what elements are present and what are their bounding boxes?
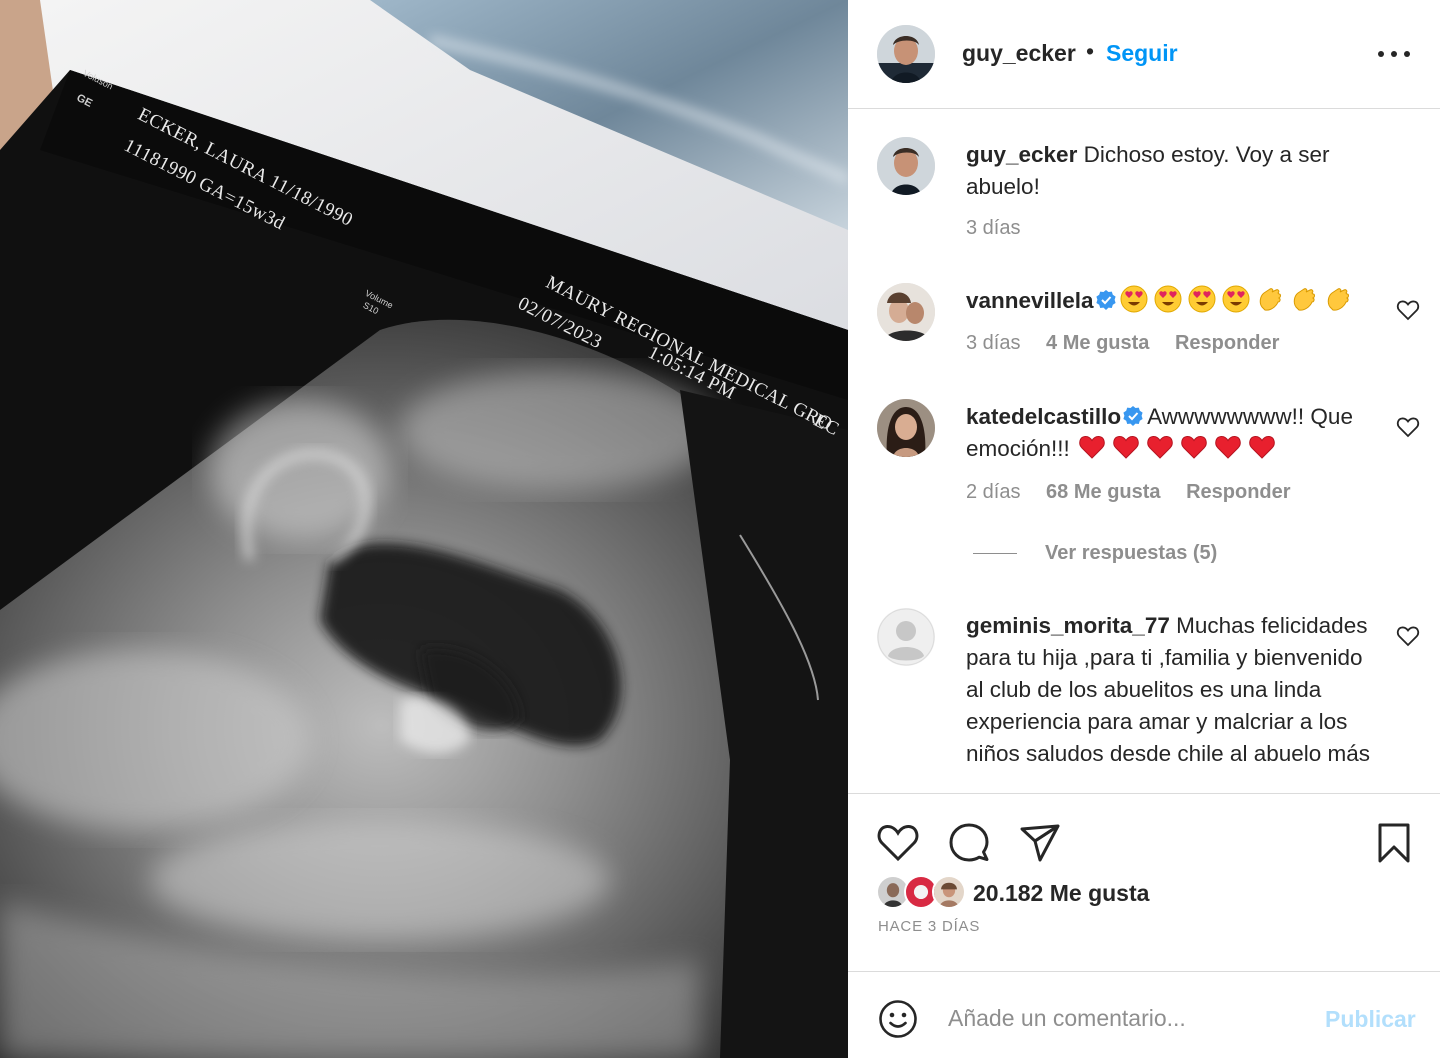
heart-eyes-emoji: [1120, 285, 1148, 313]
view-replies-button[interactable]: Ver respuestas (5): [973, 542, 1217, 565]
comment-meta: 3 días 4 Me gusta Responder: [966, 332, 1299, 355]
comment-meta: 2 días 68 Me gusta Responder: [966, 481, 1311, 504]
comment-emojis: [1078, 435, 1282, 461]
heart-eyes-emoji: [1154, 285, 1182, 313]
red-heart-emoji: [1113, 435, 1139, 459]
comment-input[interactable]: [948, 1000, 1308, 1036]
comment-icon[interactable]: [947, 821, 991, 865]
commenter-avatar[interactable]: [877, 283, 935, 341]
comment-text: vannevillela: [966, 285, 1396, 317]
verified-badge-icon: [1123, 406, 1143, 426]
verified-badge-icon: [1095, 290, 1116, 310]
post-header: guy_ecker • Seguir: [848, 0, 1440, 109]
heart-icon[interactable]: [876, 821, 920, 865]
clap-emoji: [1259, 288, 1281, 311]
clap-emoji: [1327, 288, 1349, 311]
caption-text: guy_ecker Dichoso estoy. Voy a ser abuel…: [966, 139, 1366, 203]
follow-button[interactable]: Seguir: [1106, 40, 1178, 67]
commenter-username[interactable]: geminis_morita_77: [966, 613, 1170, 638]
author-username[interactable]: guy_ecker: [962, 40, 1076, 67]
more-options-icon[interactable]: [1378, 44, 1410, 64]
header-separator: •: [1086, 38, 1095, 64]
comment-text: katedelcastillo Awwwwwwww!! Que emoción!!…: [966, 401, 1386, 465]
red-heart-emoji: [1249, 435, 1275, 459]
comments-list[interactable]: guy_ecker Dichoso estoy. Voy a ser abuel…: [848, 110, 1440, 793]
caption-meta: 3 días: [966, 217, 1040, 240]
post-actions: 20.182 Me gusta HACE 3 DÍAS: [848, 793, 1440, 971]
comment-time[interactable]: 2 días: [966, 481, 1020, 503]
comment-likes[interactable]: 68 Me gusta: [1046, 481, 1160, 503]
comment-text: geminis_morita_77 Muchas felicidades par…: [966, 610, 1376, 770]
emoji-picker-icon[interactable]: [878, 999, 918, 1039]
reply-button[interactable]: Responder: [1175, 332, 1279, 354]
view-replies-label: Ver respuestas (5): [1045, 542, 1218, 564]
liker-avatar: [932, 875, 966, 909]
heart-eyes-emoji: [1188, 285, 1216, 313]
heart-eyes-emoji: [1222, 285, 1250, 313]
post-side-panel: guy_ecker • Seguir guy_ecker Dichoso est…: [848, 0, 1440, 1058]
likes-count[interactable]: 20.182 Me gusta: [973, 880, 1149, 907]
red-heart-emoji: [1079, 435, 1105, 459]
author-avatar[interactable]: [877, 25, 935, 83]
comment-time[interactable]: 3 días: [966, 332, 1020, 354]
like-comment-heart-icon[interactable]: [1396, 416, 1420, 438]
red-heart-emoji: [1181, 435, 1207, 459]
publish-button[interactable]: Publicar: [1325, 1006, 1416, 1033]
replies-divider: [973, 553, 1017, 555]
post-time[interactable]: HACE 3 DÍAS: [878, 918, 980, 935]
commenter-username[interactable]: vannevillela: [966, 288, 1094, 313]
commenter-avatar[interactable]: [877, 608, 935, 666]
clap-emoji: [1293, 288, 1315, 311]
reply-button[interactable]: Responder: [1186, 481, 1290, 503]
post-image[interactable]: ECKER, LAURA 11/18/1990 11181990 GA=15w3…: [0, 0, 848, 1058]
add-comment-bar: Publicar: [848, 971, 1440, 1058]
commenter-avatar[interactable]: [877, 399, 935, 457]
commenter-username[interactable]: katedelcastillo: [966, 404, 1121, 429]
caption-avatar[interactable]: [877, 137, 935, 195]
comment-emojis: [1120, 285, 1358, 313]
caption-time[interactable]: 3 días: [966, 217, 1020, 239]
like-comment-heart-icon[interactable]: [1396, 625, 1420, 647]
caption-username[interactable]: guy_ecker: [966, 142, 1077, 167]
comment-likes[interactable]: 4 Me gusta: [1046, 332, 1149, 354]
bookmark-icon[interactable]: [1372, 821, 1416, 865]
red-heart-emoji: [1147, 435, 1173, 459]
paper-plane-icon[interactable]: [1018, 821, 1062, 865]
like-comment-heart-icon[interactable]: [1396, 299, 1420, 321]
red-heart-emoji: [1215, 435, 1241, 459]
